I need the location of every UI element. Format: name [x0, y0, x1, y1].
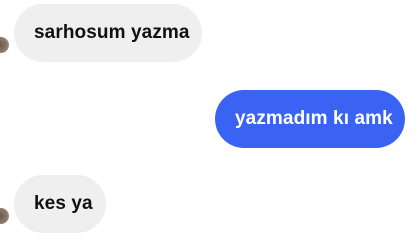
message-text: yazmadım kı amk	[235, 108, 393, 129]
chat-thread: sarhosum yazma yazmadım kı amk kes ya	[0, 0, 420, 247]
incoming-message-bubble[interactable]: kes ya	[14, 175, 106, 233]
contact-avatar[interactable]	[0, 37, 9, 53]
message-text: sarhosum yazma	[34, 22, 190, 43]
incoming-message-bubble[interactable]: sarhosum yazma	[14, 4, 202, 62]
contact-avatar[interactable]	[0, 208, 9, 224]
outgoing-message-bubble[interactable]: yazmadım kı amk	[215, 90, 405, 148]
message-text: kes ya	[34, 193, 93, 214]
